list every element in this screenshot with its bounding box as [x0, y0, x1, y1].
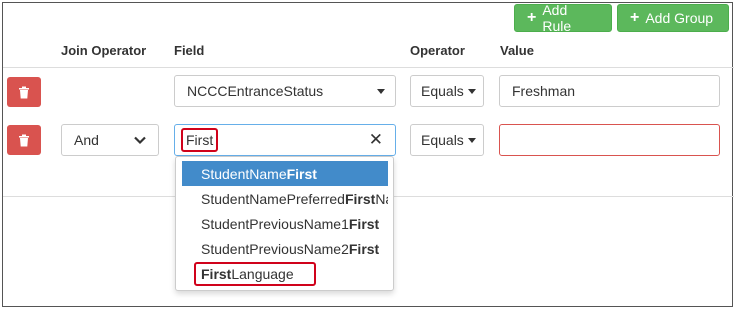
highlight-box — [194, 262, 316, 286]
delete-rule-button[interactable] — [7, 77, 41, 107]
dropdown-option[interactable]: StudentNamePreferredFirstNa — [182, 186, 388, 211]
field-select[interactable]: NCCCEntranceStatus — [174, 75, 396, 107]
chevron-down-icon — [467, 88, 476, 94]
chevron-down-icon — [467, 137, 476, 143]
value-input[interactable] — [499, 124, 720, 156]
field-select-value: NCCCEntranceStatus — [187, 83, 324, 99]
operator-select[interactable]: Equals — [410, 124, 484, 156]
add-rule-label: Add Rule — [542, 2, 572, 34]
dropdown-option[interactable]: StudentPreviousName2 First — [182, 236, 388, 261]
header-field: Field — [174, 43, 205, 58]
plus-icon: + — [630, 9, 640, 26]
chevron-down-icon — [134, 136, 146, 145]
trash-icon — [19, 134, 29, 146]
header-join-operator: Join Operator — [61, 43, 147, 58]
dropdown-option[interactable]: StudentPreviousName1 First — [182, 211, 388, 236]
dropdown-option[interactable]: StudentName First — [182, 161, 388, 186]
header-value: Value — [500, 43, 534, 58]
field-search-text: First — [181, 128, 219, 152]
close-icon[interactable]: ✕ — [369, 130, 383, 150]
add-group-button[interactable]: + Add Group — [617, 4, 729, 32]
toolbar: + Add Rule + Add Group — [3, 2, 734, 35]
header-operator: Operator — [410, 43, 465, 58]
delete-rule-button[interactable] — [7, 125, 41, 155]
add-rule-button[interactable]: + Add Rule — [514, 2, 612, 34]
row-divider — [3, 67, 734, 68]
field-dropdown: StudentName First StudentNamePreferred Fir… — [175, 156, 394, 291]
chevron-down-icon — [377, 89, 385, 94]
dropdown-option[interactable]: First Language — [182, 261, 388, 286]
join-operator-value: And — [74, 132, 99, 148]
operator-select-value: Equals — [421, 83, 464, 99]
plus-icon: + — [527, 9, 537, 26]
value-input[interactable]: Freshman — [499, 75, 720, 107]
operator-select-value: Equals — [421, 132, 464, 148]
join-operator-select[interactable]: And — [61, 124, 159, 156]
trash-icon — [19, 86, 29, 98]
value-input-text: Freshman — [512, 83, 576, 99]
add-group-label: Add Group — [645, 10, 714, 26]
operator-select[interactable]: Equals — [410, 75, 484, 107]
field-search-input[interactable]: First ✕ — [174, 124, 396, 156]
